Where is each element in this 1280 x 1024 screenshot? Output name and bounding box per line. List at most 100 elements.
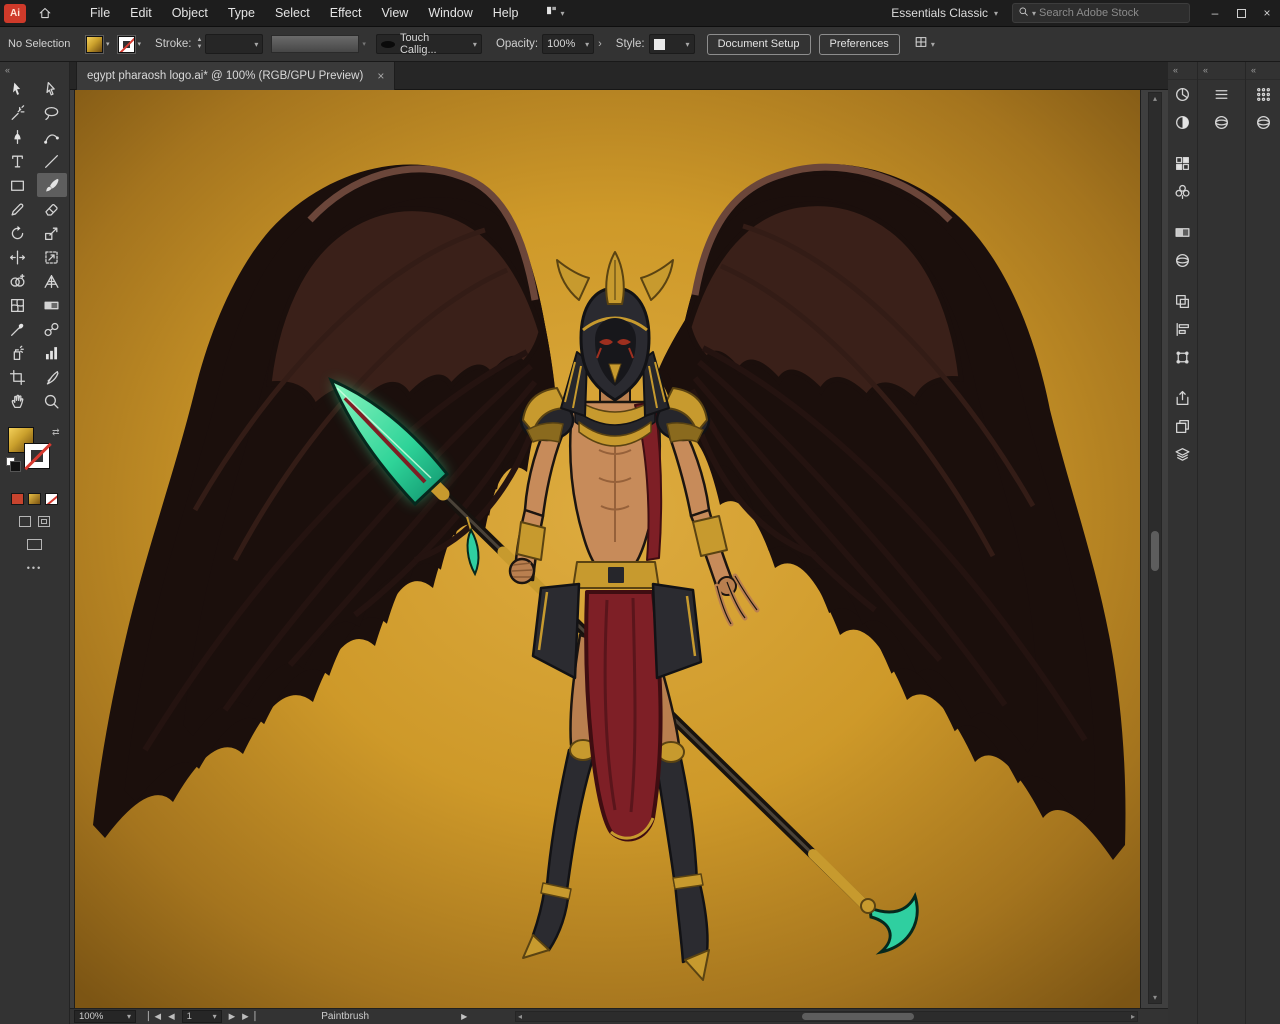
fill-color-swatch[interactable]	[86, 36, 103, 53]
document-setup-button[interactable]: Document Setup	[707, 34, 811, 55]
zoom-level-combo[interactable]: 100% ▾	[74, 1010, 136, 1023]
opacity-panel-arrow-icon[interactable]: ›	[598, 38, 602, 50]
curvature-tool[interactable]	[37, 125, 67, 149]
draw-inside-icon[interactable]	[38, 516, 50, 527]
menu-view[interactable]: View	[371, 0, 418, 27]
rectangle-tool[interactable]	[3, 173, 33, 197]
width-tool[interactable]	[3, 245, 33, 269]
close-button[interactable]: ×	[1254, 0, 1280, 27]
gradient-button[interactable]	[28, 493, 41, 505]
canvas-area[interactable]: ▴ ▾	[70, 90, 1168, 1008]
workspace-switcher[interactable]: Essentials Classic ▾	[891, 6, 998, 20]
pen-tool[interactable]	[3, 125, 33, 149]
stroke-color-swatch[interactable]	[118, 36, 135, 53]
stroke-color-indicator[interactable]	[24, 443, 50, 469]
scroll-up-icon[interactable]: ▴	[1149, 94, 1161, 103]
artboard-tool[interactable]	[3, 365, 33, 389]
stroke-weight-combo[interactable]: ▾	[205, 34, 263, 54]
app-logo-icon[interactable]: Ai	[4, 4, 26, 23]
scroll-right-icon[interactable]: ▸	[1131, 1012, 1135, 1021]
3d-panel-icon[interactable]	[1168, 246, 1197, 274]
horizontal-scrollbar[interactable]: ◂ ▸	[515, 1011, 1138, 1022]
type-tool[interactable]	[3, 149, 33, 173]
vertical-scroll-thumb[interactable]	[1151, 531, 1159, 571]
draw-normal-icon[interactable]	[19, 516, 31, 527]
width-profile-combo[interactable]	[271, 35, 359, 53]
zoom-tool[interactable]	[37, 389, 67, 413]
free-transform-tool[interactable]	[37, 245, 67, 269]
search-input[interactable]	[1039, 7, 1184, 19]
style-combo[interactable]: ▾	[649, 34, 695, 54]
stock-search[interactable]: ▾	[1012, 3, 1190, 23]
dock-collapse-button[interactable]: «	[1168, 62, 1197, 80]
pencil-tool[interactable]	[3, 197, 33, 221]
home-icon[interactable]	[38, 6, 52, 20]
dock-collapse-button[interactable]: «	[1198, 62, 1245, 80]
menu-file[interactable]: File	[80, 0, 120, 27]
3d-panel-icon[interactable]	[1198, 108, 1245, 136]
apps-panel-icon[interactable]	[1246, 80, 1280, 108]
perspective-grid-tool[interactable]	[37, 269, 67, 293]
artboards-panel-icon[interactable]	[1168, 287, 1197, 315]
stroke-weight-stepper[interactable]: ▲▼	[196, 37, 202, 51]
menu-type[interactable]: Type	[218, 0, 265, 27]
mesh-tool[interactable]	[3, 293, 33, 317]
eyedropper-tool[interactable]	[3, 317, 33, 341]
paintbrush-tool[interactable]	[37, 173, 67, 197]
previous-artboard-button[interactable]: ◀	[168, 1011, 175, 1022]
column-graph-tool[interactable]	[37, 341, 67, 365]
swap-fill-stroke-icon[interactable]: ⇄	[52, 427, 60, 438]
globe-panel-icon[interactable]	[1246, 108, 1280, 136]
hand-tool[interactable]	[3, 389, 33, 413]
menu-effect[interactable]: Effect	[320, 0, 372, 27]
artboard[interactable]	[75, 90, 1140, 1008]
restore-button[interactable]	[1228, 0, 1254, 27]
menu-help[interactable]: Help	[483, 0, 529, 27]
brush-definition-combo[interactable]: Touch Callig... ▾	[376, 34, 482, 54]
document-arrange-button[interactable]: ▾	[545, 4, 565, 22]
menu-edit[interactable]: Edit	[120, 0, 162, 27]
next-artboard-button[interactable]: ▶	[229, 1011, 236, 1022]
asset-export-panel-icon[interactable]	[1168, 384, 1197, 412]
color-guide-panel-icon[interactable]	[1168, 108, 1197, 136]
layers-panel-icon[interactable]	[1168, 440, 1197, 468]
snap-options-button[interactable]: ▾	[914, 35, 935, 54]
none-button[interactable]	[45, 493, 58, 505]
swatches-panel-icon[interactable]	[1168, 149, 1197, 177]
color-panel-icon[interactable]	[1168, 80, 1197, 108]
rotate-tool[interactable]	[3, 221, 33, 245]
screen-mode-button[interactable]	[27, 539, 42, 550]
line-segment-tool[interactable]	[37, 149, 67, 173]
transform-panel-icon[interactable]	[1168, 343, 1197, 371]
default-fill-stroke-icon[interactable]	[6, 457, 15, 466]
first-artboard-button[interactable]: ▏◀	[148, 1011, 161, 1022]
scroll-left-icon[interactable]: ◂	[518, 1012, 522, 1021]
libraries-panel-icon[interactable]	[1168, 412, 1197, 440]
color-button[interactable]	[11, 493, 24, 505]
dock-collapse-button[interactable]: «	[1246, 62, 1280, 80]
toolbar-collapse-button[interactable]: «	[0, 62, 69, 77]
gradient-panel-icon[interactable]	[1168, 218, 1197, 246]
symbol-sprayer-tool[interactable]	[3, 341, 33, 365]
opacity-combo[interactable]: 100% ▾	[542, 34, 594, 54]
shape-builder-tool[interactable]	[3, 269, 33, 293]
edit-toolbar-button[interactable]: •••	[0, 563, 69, 573]
scroll-down-icon[interactable]: ▾	[1149, 993, 1161, 1002]
blend-tool[interactable]	[37, 317, 67, 341]
horizontal-scroll-thumb[interactable]	[802, 1013, 914, 1020]
symbols-panel-icon[interactable]	[1168, 177, 1197, 205]
direct-selection-tool[interactable]	[37, 77, 67, 101]
scale-tool[interactable]	[37, 221, 67, 245]
document-tab[interactable]: egypt pharaosh logo.ai* @ 100% (RGB/GPU …	[76, 62, 395, 90]
artboard-number-combo[interactable]: 1 ▾	[182, 1010, 222, 1023]
lasso-tool[interactable]	[37, 101, 67, 125]
vertical-scrollbar[interactable]: ▴ ▾	[1148, 92, 1162, 1004]
status-play-icon[interactable]: ▶	[461, 1012, 467, 1021]
eraser-tool[interactable]	[37, 197, 67, 221]
align-panel-icon[interactable]	[1168, 315, 1197, 343]
last-artboard-button[interactable]: ▶▕	[242, 1011, 255, 1022]
menu-select[interactable]: Select	[265, 0, 320, 27]
tab-close-icon[interactable]: ×	[377, 69, 384, 83]
menu-object[interactable]: Object	[162, 0, 218, 27]
minimize-button[interactable]: –	[1202, 0, 1228, 27]
